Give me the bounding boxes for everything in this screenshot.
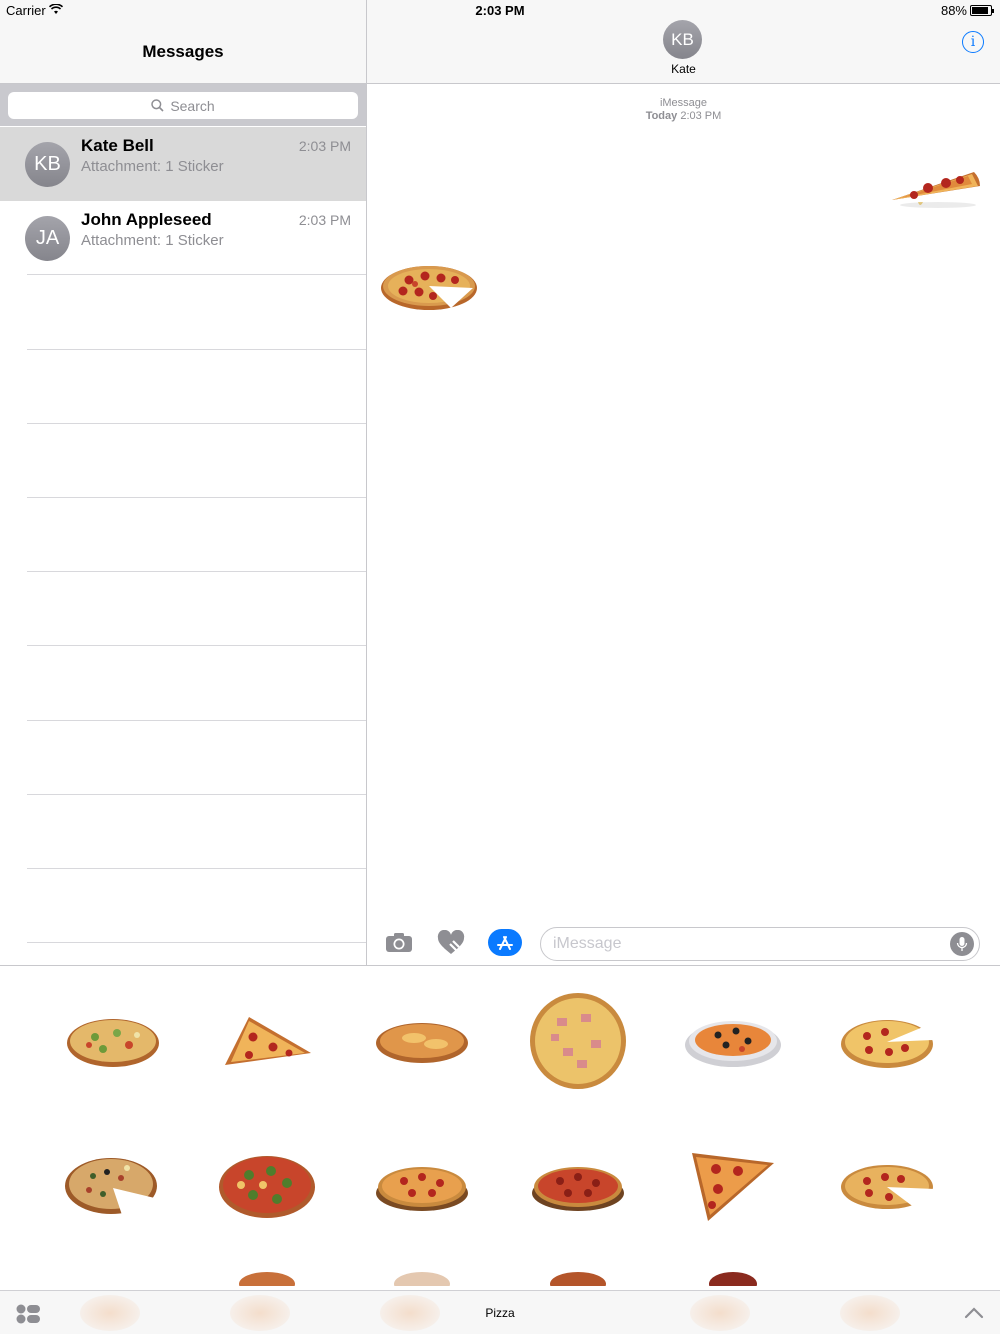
sticker-broccoli-pizza[interactable] [189, 1116, 345, 1256]
sticker-partial[interactable] [655, 1266, 811, 1290]
sticker-partial[interactable] [344, 1266, 500, 1290]
row-separator [27, 349, 366, 350]
contact-name[interactable]: Kate [367, 62, 1000, 76]
row-separator [27, 720, 366, 721]
row-separator [27, 942, 366, 943]
microphone-button[interactable] [950, 932, 974, 956]
imessage-input[interactable]: iMessage [540, 927, 980, 961]
digital-touch-button[interactable] [437, 929, 465, 961]
timestamp-time: 2:03 PM [680, 110, 722, 122]
battery-icon [970, 5, 994, 16]
search-placeholder: Search [170, 97, 215, 114]
sidebar-title: Messages [142, 42, 224, 61]
battery-percent: 88% [940, 3, 967, 18]
incoming-sticker-pepperoni-pizza[interactable] [379, 258, 479, 319]
pane-divider [366, 0, 367, 965]
row-separator [27, 645, 366, 646]
row-separator [27, 497, 366, 498]
sticker-sausage-pizza[interactable] [500, 1116, 656, 1256]
sticker-pepperoni-pizza-cut[interactable] [810, 971, 966, 1111]
imessage-placeholder: iMessage [553, 935, 622, 952]
search-bar: Search [0, 84, 366, 126]
sticker-olive-pizza-plate[interactable] [655, 971, 811, 1111]
app-drawer-bar: Pizza [0, 1290, 1000, 1334]
sticker-veggie-pizza[interactable] [35, 971, 191, 1111]
timestamp-day: Today [645, 110, 678, 122]
contact-avatar[interactable]: KB [663, 20, 702, 59]
heart-icon [437, 929, 465, 954]
expand-button[interactable] [964, 1306, 984, 1324]
search-input[interactable]: Search [8, 92, 358, 119]
sticker-pizza-slice[interactable] [189, 971, 345, 1111]
sticker-supreme-pizza-cut[interactable] [35, 1116, 191, 1256]
message-input-bar: iMessage [367, 915, 1000, 965]
status-bar: Carrier 2:03 PM 88% [0, 0, 1000, 22]
drawer-app-title: Pizza [485, 1306, 515, 1320]
row-separator [27, 571, 366, 572]
sticker-cheese-pizza[interactable] [344, 971, 500, 1111]
avatar: KB [25, 142, 70, 187]
sticker-pepperoni-pizza-missing-slice[interactable] [810, 1116, 966, 1256]
sticker-pepperoni-pizza-board[interactable] [344, 1116, 500, 1256]
microphone-icon [956, 937, 968, 951]
service-label: iMessage [659, 97, 708, 109]
conversation-row-john-appleseed[interactable]: JA John Appleseed Attachment: 1 Sticker … [0, 201, 366, 275]
row-separator [27, 274, 366, 275]
conversation-name: Kate Bell [81, 136, 154, 155]
conversation-preview: Attachment: 1 Sticker [81, 232, 224, 249]
sticker-partial[interactable] [189, 1266, 345, 1290]
sticker-pepperoni-slice[interactable] [655, 1116, 811, 1256]
app-store-icon [488, 929, 522, 956]
info-icon: i [970, 34, 976, 50]
conversation-name: John Appleseed [81, 210, 212, 229]
thread-timestamp: iMessage Today 2:03 PM [367, 97, 1000, 123]
conversation-time: 2:03 PM [298, 138, 351, 154]
outgoing-sticker-pizza-slice[interactable] [888, 150, 984, 215]
sticker-drawer [0, 966, 1000, 1290]
row-separator [27, 423, 366, 424]
conversation-list-pane: Messages Search KB Kate Bell Attachment:… [0, 0, 366, 965]
chevron-up-icon [964, 1307, 984, 1319]
camera-button[interactable] [385, 931, 413, 958]
app-store-button[interactable] [488, 929, 522, 961]
sticker-hawaiian-pizza[interactable] [500, 971, 656, 1111]
camera-icon [386, 933, 412, 952]
conversation-preview: Attachment: 1 Sticker [81, 158, 224, 175]
conversation-time: 2:03 PM [298, 212, 351, 228]
row-separator [27, 868, 366, 869]
info-button[interactable]: i [962, 31, 984, 53]
clock: 2:03 PM [475, 3, 525, 18]
row-separator [27, 794, 366, 795]
conversation-row-kate-bell[interactable]: KB Kate Bell Attachment: 1 Sticker 2:03 … [0, 127, 366, 201]
search-icon [151, 99, 164, 112]
sticker-partial[interactable] [500, 1266, 656, 1290]
avatar: JA [25, 216, 70, 261]
